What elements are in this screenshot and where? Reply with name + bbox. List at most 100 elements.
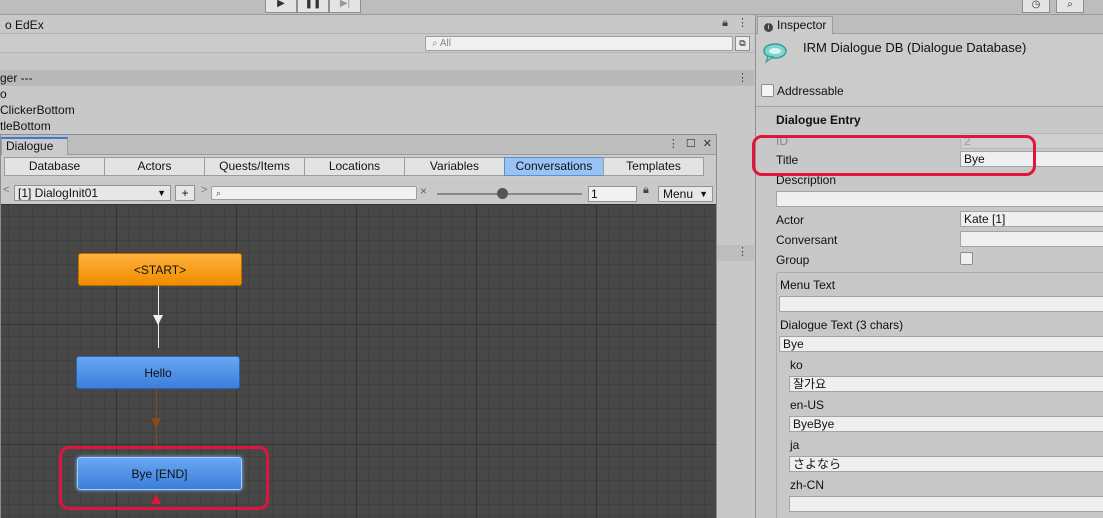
step-icon: ▶|	[339, 0, 351, 9]
localization-field-zh-cn[interactable]	[789, 496, 1103, 512]
lang-label-en-us: en-US	[790, 398, 825, 412]
row-label: o	[0, 87, 7, 101]
hierarchy-row[interactable]: o	[0, 86, 754, 102]
actor-label: Actor	[776, 213, 805, 227]
tab-variables[interactable]: Variables	[404, 157, 505, 176]
info-icon: i	[764, 23, 773, 32]
divider	[756, 106, 1103, 107]
conversant-label: Conversant	[776, 233, 838, 247]
play-icon: ▶	[277, 0, 285, 9]
chevron-right-icon[interactable]: >	[201, 184, 207, 196]
tab-locations[interactable]: Locations	[304, 157, 405, 176]
group-label: Group	[776, 253, 810, 267]
conversation-search-input[interactable]: ⌕	[211, 186, 417, 200]
tab-templates[interactable]: Templates	[603, 157, 704, 176]
tab-database[interactable]: Database	[4, 157, 105, 176]
text-box: Menu Text Dialogue Text (3 chars) Bye ko…	[776, 272, 1103, 518]
clear-search-icon[interactable]: ×	[420, 184, 427, 198]
pause-icon: ❚❚	[304, 0, 322, 9]
arrow-icon	[153, 315, 163, 325]
search-icon: ⌕	[216, 188, 222, 198]
row-label: ger ---	[0, 71, 33, 85]
hierarchy-search-input[interactable]: ⌕ All	[425, 36, 733, 51]
playback-controls: ▶ ❚❚ ▶|	[265, 0, 361, 13]
chevron-down-icon: ▼	[699, 189, 708, 199]
inspector-header: IRM Dialogue DB (Dialogue Database) Addr…	[756, 34, 1103, 104]
row-menu-icon[interactable]: ⋮	[737, 245, 748, 258]
hierarchy-row-partial: ⋮	[716, 245, 754, 261]
conversation-selected: [1] DialogInit01	[18, 186, 99, 200]
row-menu-icon[interactable]: ⋮	[737, 70, 748, 86]
hierarchy-row[interactable]: ger --- ⋮	[0, 70, 754, 86]
window-controls: ⋮ ☐ ✕	[668, 137, 712, 150]
localization-field-ja[interactable]: さよなら	[789, 456, 1103, 472]
actor-field[interactable]: Kate [1]	[960, 211, 1103, 227]
localization-field-ko[interactable]: 잘가요	[789, 376, 1103, 392]
search-icon: ⌕	[1067, 0, 1073, 10]
maximize-icon[interactable]: ☐	[686, 137, 696, 150]
search-options-button[interactable]: ⧉	[735, 36, 750, 51]
main-toolbar: ▶ ❚❚ ▶| ◷ ⌕	[0, 0, 1103, 15]
hierarchy-title: o EdEx	[5, 18, 44, 32]
title-field-highlight	[752, 135, 1036, 176]
menu-text-label: Menu Text	[780, 278, 836, 292]
tab-actors[interactable]: Actors	[104, 157, 205, 176]
lang-label-ja: ja	[790, 438, 800, 452]
zoom-slider-track[interactable]	[437, 193, 582, 195]
chevron-down-icon: ▼	[157, 188, 166, 198]
conversant-field[interactable]	[960, 231, 1103, 247]
arrow-icon	[151, 418, 161, 428]
lock-icon[interactable]: 🔒︎	[722, 17, 728, 30]
zoom-field[interactable]: 1	[588, 186, 637, 202]
database-nav-tabs: Database Actors Quests/Items Locations V…	[4, 157, 704, 176]
add-conversation-button[interactable]: +	[175, 185, 195, 201]
step-button[interactable]: ▶|	[329, 0, 361, 13]
start-node[interactable]: <START>	[78, 253, 242, 286]
addressable-checkbox[interactable]	[761, 84, 774, 97]
bye-node-highlight	[59, 446, 269, 510]
history-icon: ◷	[1031, 0, 1041, 10]
play-button[interactable]: ▶	[265, 0, 297, 13]
dialogue-editor-window: Dialogue ⋮ ☐ ✕ Database Actors Quests/It…	[0, 134, 717, 518]
lang-label-ko: ko	[790, 358, 803, 372]
zoom-slider-handle[interactable]	[496, 188, 508, 199]
history-button[interactable]: ◷	[1022, 0, 1050, 13]
close-icon[interactable]: ✕	[703, 137, 712, 150]
chevron-left-icon[interactable]: <	[3, 184, 9, 196]
localization-field-en-us[interactable]: ByeBye	[789, 416, 1103, 432]
section-title: Dialogue Entry	[776, 113, 861, 127]
inspector-tab-label: Inspector	[777, 18, 827, 32]
hierarchy-search-bar: ⌕ All ⧉	[0, 33, 754, 53]
conversation-toolbar: < [1] DialogInit01 ▼ + > ⌕ × 1 🔒︎ Menu ▼	[1, 179, 716, 204]
inspector-tab[interactable]: i Inspector	[757, 16, 833, 34]
row-label: tleBottom	[0, 119, 51, 133]
search-button[interactable]: ⌕	[1056, 0, 1084, 13]
dialogue-tab[interactable]: Dialogue	[1, 137, 68, 155]
hierarchy-row[interactable]: tleBottom	[0, 118, 754, 134]
hello-node[interactable]: Hello	[76, 356, 240, 389]
row-label: ClickerBottom	[0, 103, 75, 117]
lang-label-zh-cn: zh-CN	[790, 478, 825, 492]
tab-conversations[interactable]: Conversations	[504, 157, 604, 176]
pause-button[interactable]: ❚❚	[297, 0, 329, 13]
menu-text-field[interactable]	[779, 296, 1103, 312]
node-canvas[interactable]: <START> Hello Bye [END]	[1, 204, 716, 518]
description-field[interactable]	[776, 191, 1103, 207]
window-menu-icon[interactable]: ⋮	[668, 137, 679, 150]
tab-quests-items[interactable]: Quests/Items	[204, 157, 305, 176]
inspector-title: IRM Dialogue DB (Dialogue Database)	[803, 40, 1027, 55]
dialogue-text-label: Dialogue Text (3 chars)	[780, 318, 904, 332]
addressable-label: Addressable	[777, 84, 844, 98]
menu-label: Menu	[663, 187, 694, 201]
group-checkbox[interactable]	[960, 252, 973, 265]
menu-dropdown[interactable]: Menu ▼	[658, 186, 713, 202]
search-placeholder: All	[439, 38, 451, 49]
inspector-tab-bar: i Inspector	[756, 15, 1103, 34]
conversation-dropdown[interactable]: [1] DialogInit01 ▼	[14, 185, 171, 201]
dialogue-database-icon	[763, 43, 787, 64]
panel-menu-icon[interactable]: ⋮	[737, 16, 748, 29]
hierarchy-row[interactable]: ClickerBottom	[0, 102, 754, 118]
inspector-panel: i Inspector IRM Dialogue DB (Dialogue Dat…	[752, 15, 1103, 518]
dialogue-text-field[interactable]: Bye	[779, 336, 1103, 352]
lock-icon[interactable]: 🔒︎	[643, 184, 649, 197]
